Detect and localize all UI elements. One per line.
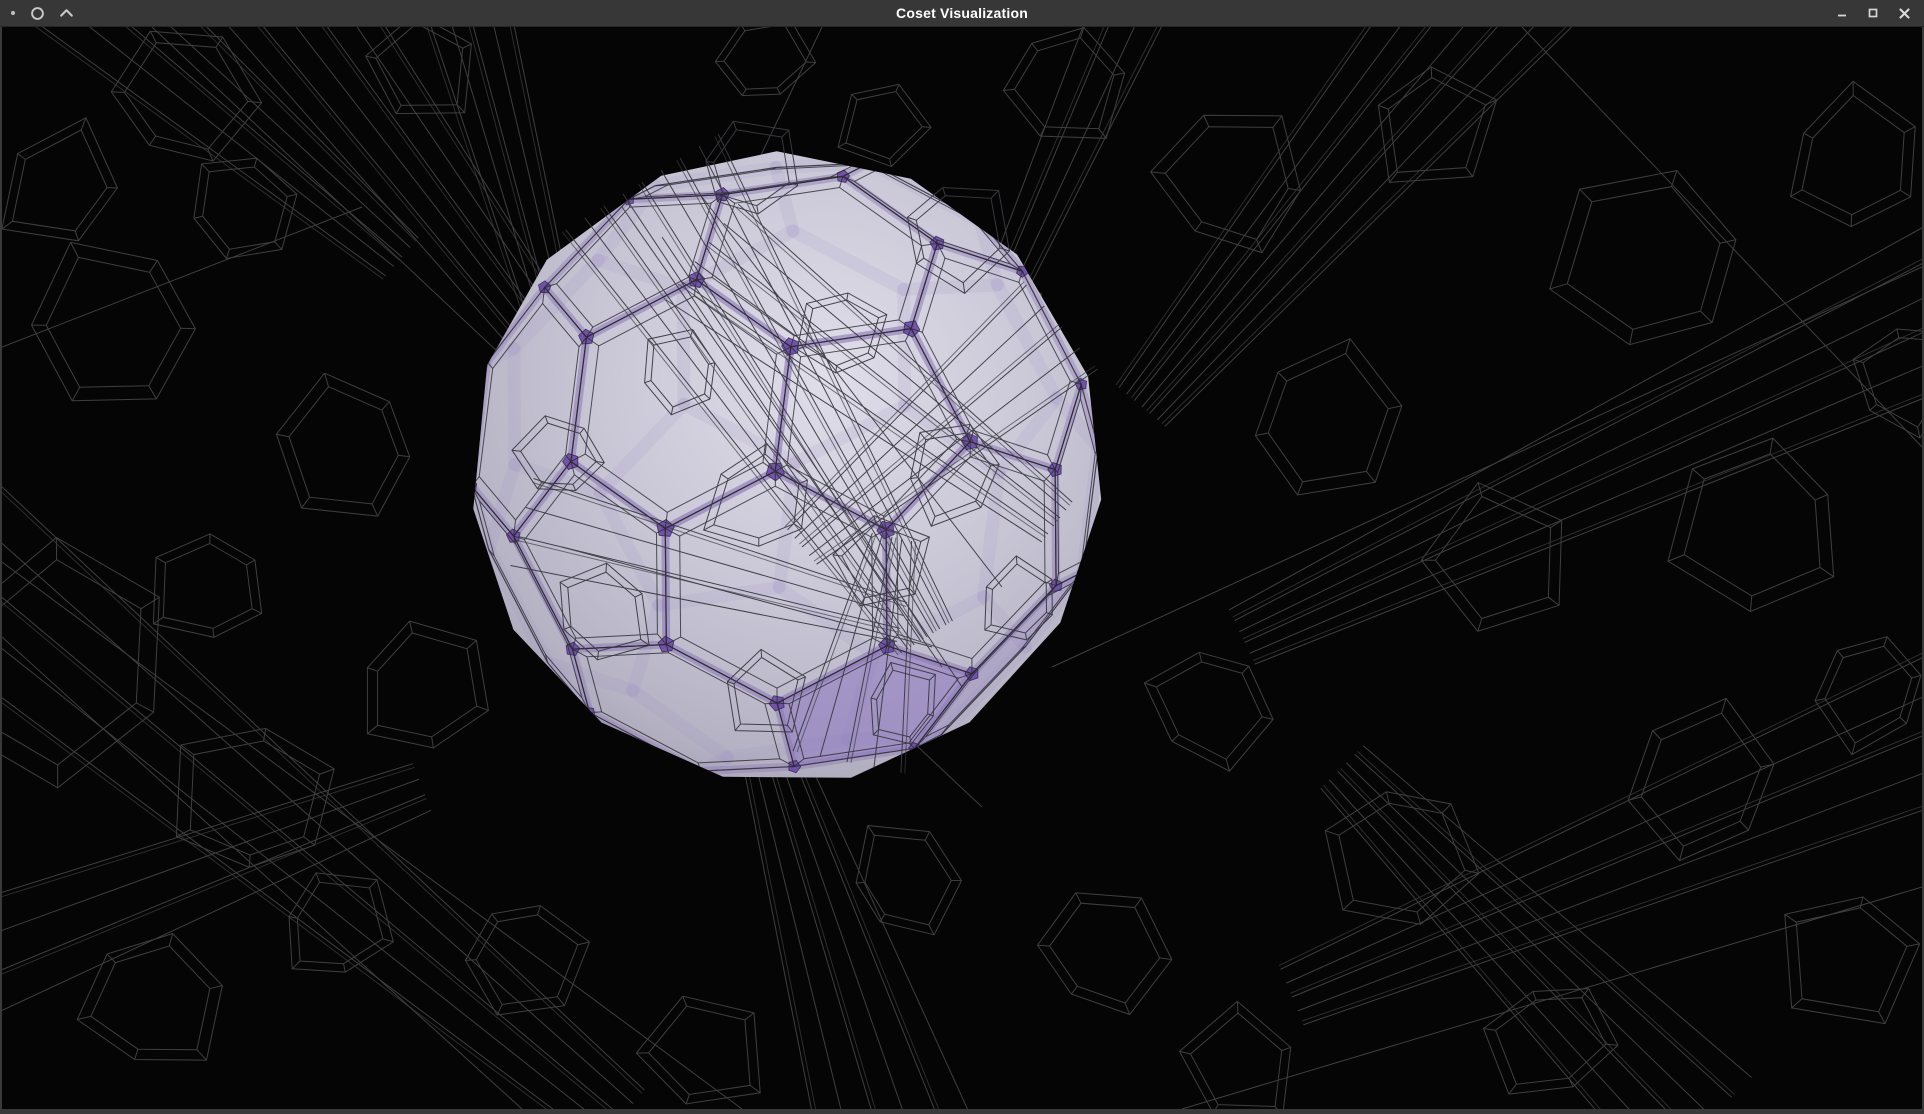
maximize-button[interactable] bbox=[1862, 5, 1884, 21]
minimize-icon bbox=[1836, 7, 1848, 19]
minimize-button[interactable] bbox=[1831, 5, 1853, 21]
scene-canvas bbox=[2, 27, 1922, 1109]
maximize-icon bbox=[1867, 7, 1879, 19]
window-controls bbox=[1831, 0, 1916, 26]
app-window: Coset Visualization bbox=[0, 0, 1924, 1114]
visualization-viewport[interactable] bbox=[0, 27, 1924, 1114]
window-title: Coset Visualization bbox=[0, 0, 1924, 26]
titlebar: Coset Visualization bbox=[0, 0, 1924, 27]
close-button[interactable] bbox=[1893, 5, 1916, 22]
close-icon bbox=[1898, 7, 1911, 20]
